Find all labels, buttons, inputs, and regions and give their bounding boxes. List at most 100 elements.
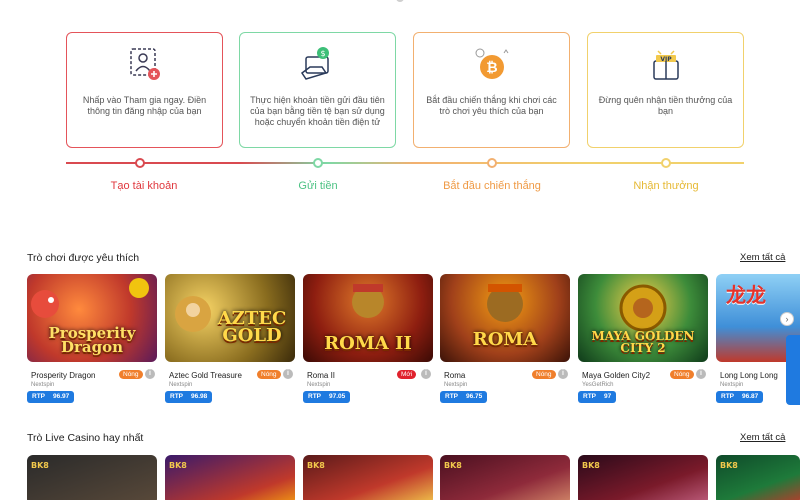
step-description: Thực hiện khoản tiền gửi đầu tiên của bạ… — [250, 95, 385, 127]
game-card-roma-ii[interactable]: ROMA II Roma II Nextspin Mới i RTP 97.05 — [303, 274, 433, 408]
timeline-segment — [240, 162, 414, 164]
game-thumb-title: ROMA II — [324, 332, 412, 354]
vip-gift-icon: VIP — [652, 50, 679, 80]
rtp-value: 96.75 — [466, 393, 483, 400]
game-thumbnail[interactable]: ROMA II — [303, 274, 433, 362]
live-casino-card[interactable]: BK8 — [165, 455, 295, 500]
info-icon[interactable]: i — [145, 369, 155, 379]
game-thumb-title: ROMA — [472, 328, 538, 350]
bitcoin-icon: ₿ — [475, 48, 508, 79]
bk8-logo: BK8 — [31, 461, 49, 470]
step-description: Bắt đầu chiến thắng khi chơi các trò chơ… — [426, 95, 557, 116]
hot-badge: Nóng — [119, 370, 143, 379]
timeline-dot — [313, 158, 323, 168]
live-casino-card[interactable]: BK8 — [27, 455, 157, 500]
info-icon[interactable]: i — [421, 369, 431, 379]
timeline-dot — [661, 158, 671, 168]
info-icon[interactable]: i — [558, 369, 568, 379]
game-name: Maya Golden City2 — [582, 371, 651, 380]
game-thumb-title: MAYA GOLDEN CITY 2 — [591, 329, 695, 355]
step-card-create-account: Nhấp vào Tham gia ngay. Điền thông tin đ… — [66, 32, 223, 148]
step-description: Đừng quên nhận tiền thưởng của bạn — [598, 95, 733, 116]
game-provider: Nextspin — [307, 382, 331, 388]
timeline-segment — [414, 162, 588, 164]
rtp-badge: RTP 96.87 — [716, 391, 764, 403]
favorites-section-title: Trò chơi được yêu thích — [27, 252, 140, 264]
step-card-start-winning: ₿ Bắt đầu chiến thắng khi chơi các trò c… — [413, 32, 570, 148]
timeline-segment — [66, 162, 240, 164]
bk8-logo: BK8 — [444, 461, 462, 470]
rtp-label: RTP — [308, 393, 321, 400]
rtp-badge: RTP 96.98 — [165, 391, 213, 403]
live-casino-section-title: Trò Live Casino hay nhất — [27, 432, 144, 444]
live-casino-card[interactable]: BK8 — [303, 455, 433, 500]
rtp-label: RTP — [170, 393, 183, 400]
game-provider: Nextspin — [720, 382, 744, 388]
rtp-label: RTP — [583, 393, 596, 400]
game-name: Aztec Gold Treasure — [169, 371, 242, 380]
bk8-logo: BK8 — [307, 461, 325, 470]
info-icon[interactable]: i — [696, 369, 706, 379]
live-casino-card[interactable]: BK8 — [716, 455, 800, 500]
game-provider: YesGetRich — [582, 382, 614, 388]
svg-text:₿: ₿ — [486, 60, 497, 76]
rtp-label: RTP — [445, 393, 458, 400]
step-label-deposit: Gửi tiền — [298, 180, 338, 192]
rtp-badge: RTP 96.75 — [440, 391, 488, 403]
hot-badge: Nóng — [532, 370, 556, 379]
timeline-dot — [487, 158, 497, 168]
hot-badge: Nóng — [670, 370, 694, 379]
header-decoration — [396, 0, 404, 2]
step-description: Nhấp vào Tham gia ngay. Điền thông tin đ… — [82, 95, 207, 116]
step-label-start-winning: Bắt đầu chiến thắng — [443, 180, 541, 192]
new-badge: Mới — [397, 370, 417, 379]
game-thumbnail[interactable]: MAYA GOLDEN CITY 2 — [578, 274, 708, 362]
bk8-logo: BK8 — [169, 461, 187, 470]
timeline-dot — [135, 158, 145, 168]
game-card-prosperity-dragon[interactable]: Prosperity Dragon Prosperity Dragon Next… — [27, 274, 157, 408]
live-casino-card[interactable]: BK8 — [440, 455, 570, 500]
game-name: Roma II — [307, 371, 336, 380]
bk8-logo: BK8 — [582, 461, 600, 470]
rtp-badge: RTP 97 — [578, 391, 617, 403]
game-card-roma[interactable]: ROMA Roma Nextspin Nóng i RTP 96.75 — [440, 274, 570, 408]
hot-badge: Nóng — [257, 370, 281, 379]
user-add-icon — [129, 48, 160, 80]
rtp-value: 96.97 — [53, 393, 70, 400]
floating-side-tab[interactable] — [786, 335, 800, 405]
rtp-badge: RTP 96.97 — [27, 391, 75, 403]
game-thumbnail[interactable]: ROMA — [440, 274, 570, 362]
rtp-value: 96.98 — [191, 393, 208, 400]
rtp-badge: RTP 97.05 — [303, 391, 351, 403]
game-name: Long Long Long — [720, 371, 778, 380]
rtp-value: 97.05 — [329, 393, 346, 400]
game-card-aztec-gold-treasure[interactable]: AZTEC GOLD Aztec Gold Treasure Nextspin … — [165, 274, 295, 408]
game-thumb-title: AZTEC GOLD — [217, 307, 287, 346]
bk8-logo: BK8 — [720, 461, 738, 470]
step-card-deposit: $ Thực hiện khoản tiền gửi đầu tiên của … — [239, 32, 396, 148]
rtp-label: RTP — [721, 393, 734, 400]
rtp-value: 97 — [604, 393, 612, 400]
step-label-claim-bonus: Nhận thưởng — [633, 180, 699, 192]
game-name: Prosperity Dragon — [31, 371, 96, 380]
favorites-see-all-link[interactable]: Xem tất cả — [740, 252, 785, 263]
info-icon[interactable]: i — [283, 369, 293, 379]
game-provider: Nextspin — [444, 382, 468, 388]
rtp-label: RTP — [32, 393, 45, 400]
rtp-value: 96.87 — [742, 393, 759, 400]
game-provider: Nextspin — [169, 382, 193, 388]
deposit-hand-icon: $ — [300, 47, 329, 80]
svg-text:$: $ — [320, 49, 325, 58]
live-casino-card[interactable]: BK8 — [578, 455, 708, 500]
game-thumb-title: 龙龙 — [726, 283, 766, 307]
game-provider: Nextspin — [31, 382, 55, 388]
carousel-next-arrow-icon[interactable]: › — [780, 312, 794, 326]
step-label-create-account: Tạo tài khoản — [110, 180, 178, 192]
live-casino-see-all-link[interactable]: Xem tất cả — [740, 432, 785, 443]
game-thumb-title: Prosperity Dragon — [48, 323, 136, 356]
game-name: Roma — [444, 371, 466, 380]
step-card-claim-bonus: VIP Đừng quên nhận tiền thưởng của bạn — [587, 32, 744, 148]
game-card-maya-golden-city2[interactable]: MAYA GOLDEN CITY 2 Maya Golden City2 Yes… — [578, 274, 708, 408]
game-thumbnail[interactable]: AZTEC GOLD — [165, 274, 295, 362]
game-thumbnail[interactable]: Prosperity Dragon — [27, 274, 157, 362]
